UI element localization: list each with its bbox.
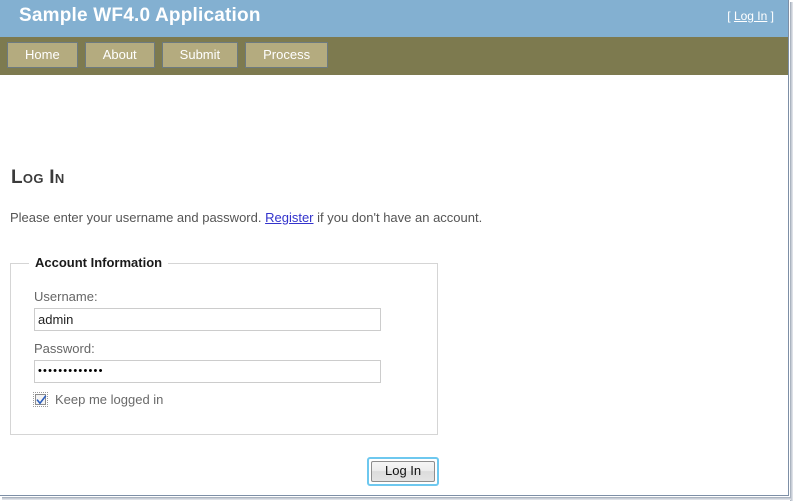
main-navigation: Home About Submit Process xyxy=(0,37,788,75)
nav-item-process[interactable]: Process xyxy=(245,42,329,68)
checkmark-icon xyxy=(36,395,47,405)
nav-item-submit[interactable]: Submit xyxy=(161,42,239,68)
username-input[interactable] xyxy=(34,308,381,331)
intro-text: Please enter your username and password.… xyxy=(10,210,482,225)
keep-me-logged-in-row: Keep me logged in xyxy=(33,392,163,407)
login-button[interactable]: Log In xyxy=(371,461,436,482)
keep-me-logged-in-label[interactable]: Keep me logged in xyxy=(55,392,163,407)
account-information-fieldset: Account Information Username: Password: … xyxy=(10,255,438,435)
window-bottom-shadow xyxy=(2,497,791,500)
nav-list-item-about: About xyxy=(84,42,155,68)
intro-text-after: if you don't have an account. xyxy=(313,210,483,225)
username-field-group: Username: xyxy=(34,289,381,331)
nav-list-item-home: Home xyxy=(7,42,78,68)
header-login-link[interactable]: Log In xyxy=(734,9,767,23)
main-content: Log In Please enter your username and pa… xyxy=(0,75,788,495)
nav-item-about[interactable]: About xyxy=(84,42,155,68)
browser-page-frame: Sample WF4.0 Application [ Log In ] Home… xyxy=(0,0,789,496)
password-input[interactable]: ••••••••••••• xyxy=(34,360,381,383)
nav-list-item-process: Process xyxy=(245,42,329,68)
nav-list: Home About Submit Process xyxy=(7,42,329,68)
app-title: Sample WF4.0 Application xyxy=(19,5,261,26)
intro-text-before: Please enter your username and password. xyxy=(10,210,266,225)
login-status: [ Log In ] xyxy=(727,9,774,23)
keep-me-logged-in-checkbox[interactable] xyxy=(33,392,48,407)
register-link[interactable]: Register xyxy=(265,210,313,225)
login-status-close-bracket: ] xyxy=(767,9,774,23)
password-label: Password: xyxy=(34,341,95,356)
site-header: Sample WF4.0 Application [ Log In ] xyxy=(0,0,788,37)
page-title: Log In xyxy=(11,167,65,188)
username-label: Username: xyxy=(34,289,98,304)
login-status-open-bracket: [ xyxy=(727,9,734,23)
nav-item-home[interactable]: Home xyxy=(7,42,78,68)
password-field-group: Password: ••••••••••••• xyxy=(34,341,381,383)
login-button-focus-ring: Log In xyxy=(367,457,440,486)
checkbox-box xyxy=(35,394,47,405)
account-information-legend: Account Information xyxy=(29,255,169,270)
nav-list-item-submit: Submit xyxy=(161,42,239,68)
